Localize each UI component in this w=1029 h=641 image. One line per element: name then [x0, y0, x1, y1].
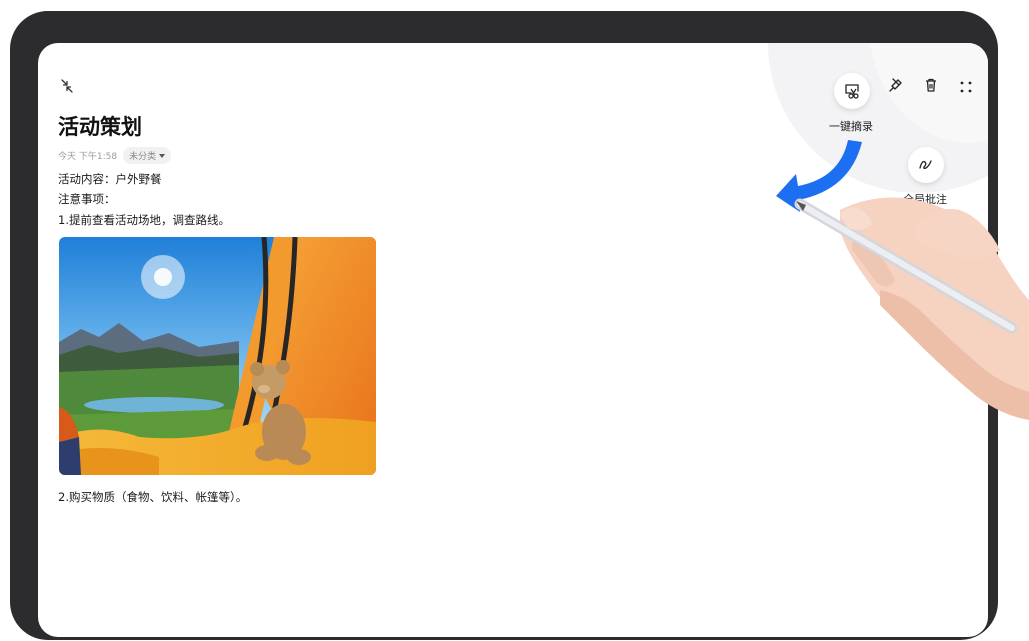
note-timestamp: 今天 下午1:58 — [58, 152, 118, 162]
promo-stage: 活动策划 今天 下午1:58 未分类 活动内容：户外野餐 注意事项： 1.提前查… — [0, 0, 1029, 641]
category-label: 未分类 — [129, 152, 157, 162]
quick-capture-label: 一键摘录 — [829, 120, 873, 133]
pin-icon[interactable] — [888, 77, 904, 97]
camping-photo[interactable] — [59, 237, 376, 475]
capture-icon — [845, 84, 859, 99]
more-icon[interactable] — [959, 79, 973, 98]
note-title[interactable]: 活动策划 — [58, 111, 142, 141]
quick-capture-button[interactable] — [834, 73, 870, 109]
note-line-2[interactable]: 注意事项： — [58, 191, 116, 207]
note-meta: 今天 下午1:58 未分类 — [58, 147, 172, 164]
note-line-1[interactable]: 活动内容：户外野餐 — [58, 171, 162, 187]
global-annotate-label: 全局批注 — [903, 193, 947, 206]
notes-screen: 活动策划 今天 下午1:58 未分类 活动内容：户外野餐 注意事项： 1.提前查… — [38, 43, 988, 637]
chevron-down-icon — [159, 153, 166, 158]
trash-icon[interactable] — [923, 77, 939, 97]
collapse-icon[interactable] — [58, 77, 76, 95]
note-line-3[interactable]: 1.提前查看活动场地，调查路线。 — [58, 212, 230, 228]
tablet-frame: 活动策划 今天 下午1:58 未分类 活动内容：户外野餐 注意事项： 1.提前查… — [10, 11, 998, 640]
global-annotate-button[interactable] — [908, 147, 944, 183]
note-line-4[interactable]: 2.购买物质（食物、饮料、帐篷等）。 — [58, 489, 247, 505]
annotate-icon — [919, 160, 932, 169]
category-dropdown[interactable]: 未分类 — [123, 147, 172, 164]
